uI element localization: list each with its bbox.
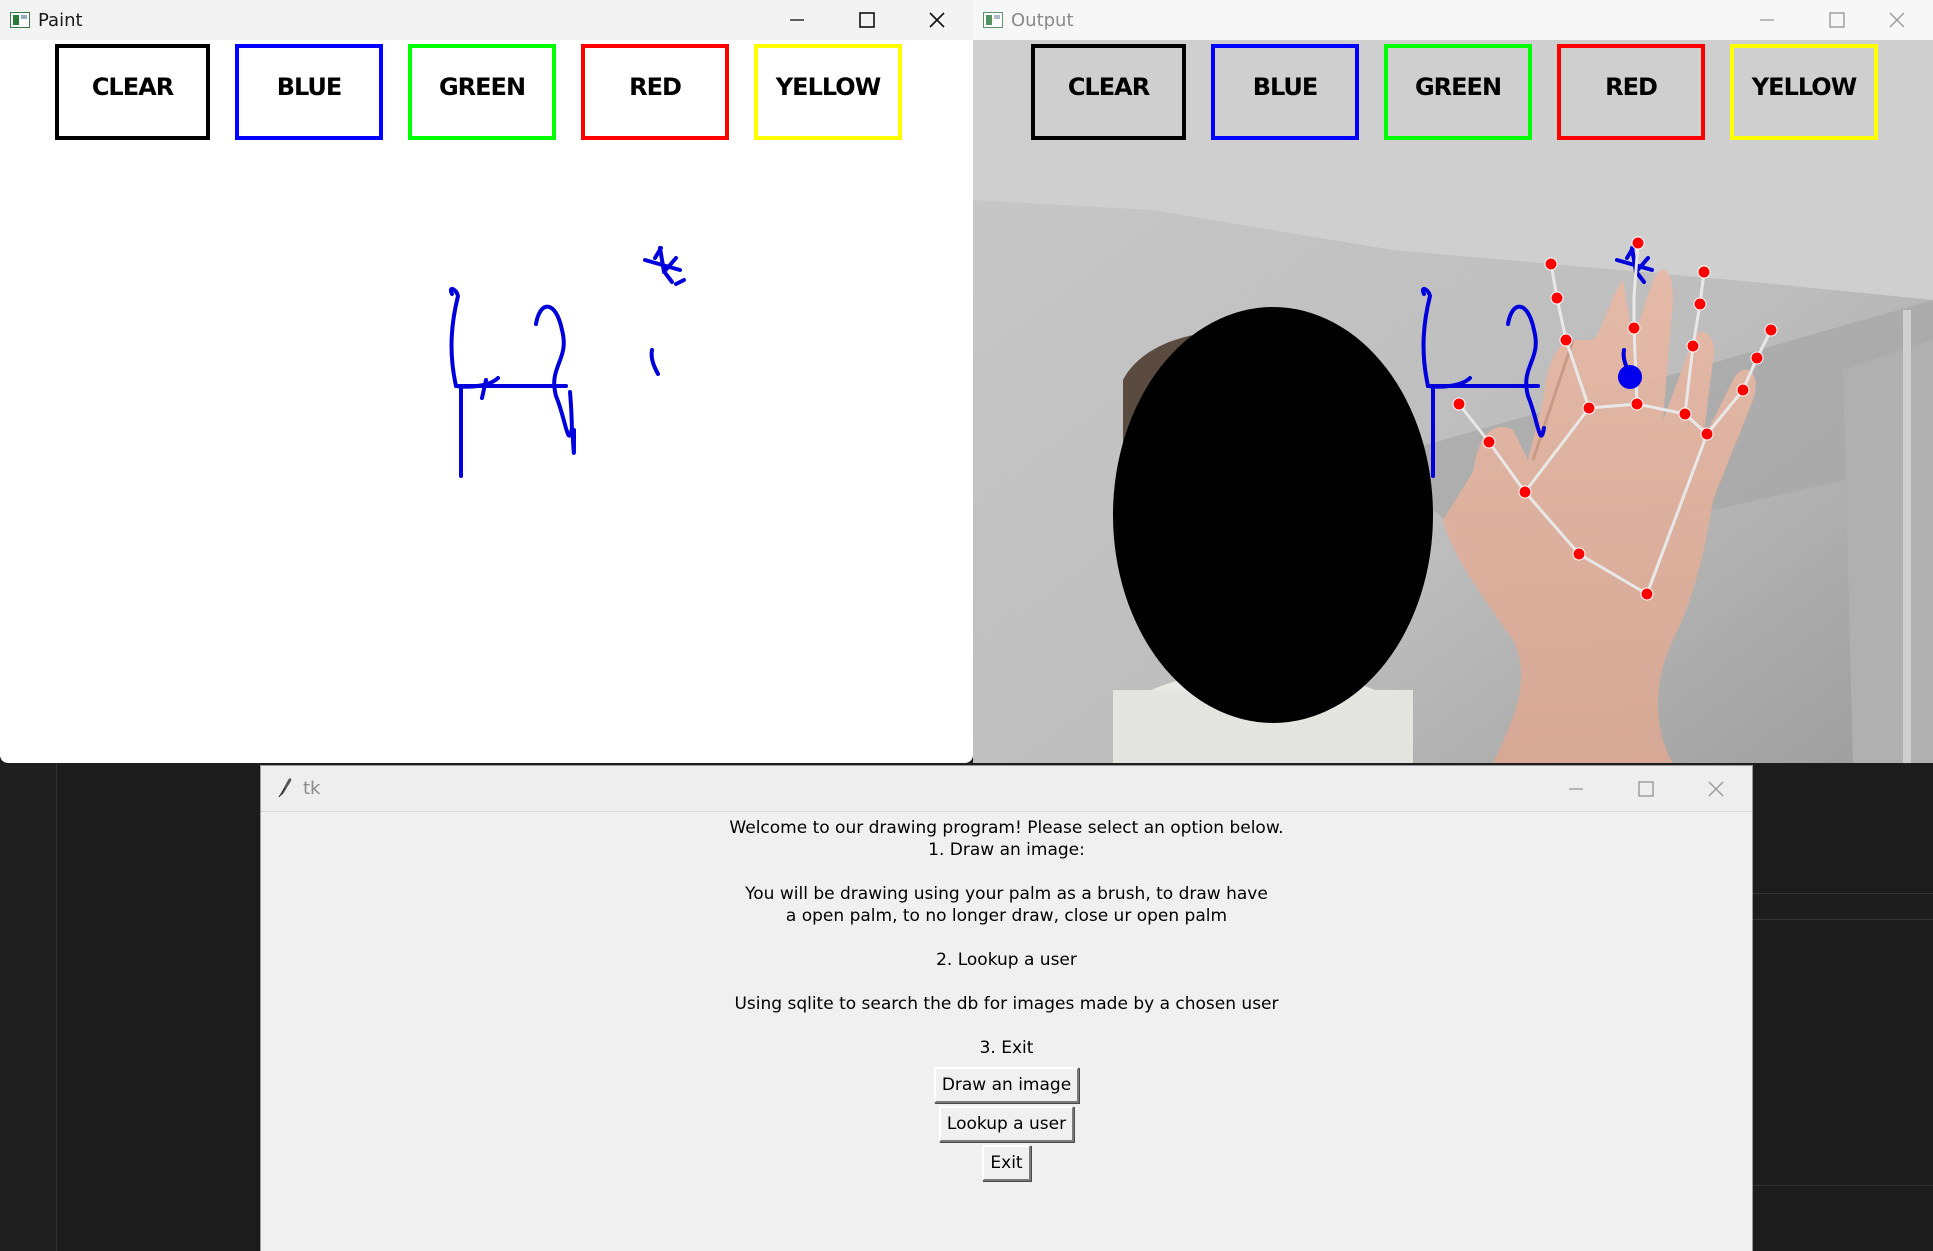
window-title: tk	[303, 778, 321, 799]
background-window-divider	[1752, 893, 1933, 920]
hand-landmarks	[1452, 236, 1778, 601]
red-button[interactable]: RED	[581, 44, 729, 140]
hi-drawing	[1420, 246, 1654, 478]
output-window: Output CLEAR BLUE GREEN RED YELLOW	[973, 0, 1933, 763]
instructions-text: Welcome to our drawing program! Please s…	[261, 817, 1752, 1059]
maximize-icon	[859, 12, 875, 28]
close-button[interactable]	[1681, 766, 1751, 811]
minimize-button[interactable]	[762, 0, 832, 40]
option-lookup-heading: 2. Lookup a user	[936, 950, 1077, 970]
minimize-icon	[1569, 787, 1583, 790]
exit-button[interactable]: Exit	[982, 1145, 1031, 1181]
paint-titlebar[interactable]: Paint	[0, 0, 973, 40]
background-window-divider	[1752, 1185, 1933, 1186]
brush-cursor	[1618, 365, 1642, 389]
lookup-description: Using sqlite to search the db for images…	[734, 994, 1279, 1014]
yellow-button[interactable]: YELLOW	[754, 44, 902, 140]
lookup-user-button[interactable]: Lookup a user	[938, 1106, 1075, 1142]
maximize-icon	[1638, 780, 1654, 797]
green-button[interactable]: GREEN	[408, 44, 556, 140]
green-label: GREEN	[438, 73, 526, 101]
hi-drawing	[448, 246, 686, 478]
close-icon	[1708, 781, 1724, 796]
blue-label: BLUE	[276, 73, 343, 101]
close-button[interactable]	[902, 0, 972, 40]
feather-icon	[277, 776, 293, 802]
clear-label: CLEAR	[91, 73, 174, 101]
app-icon	[10, 12, 30, 28]
close-icon	[929, 12, 945, 28]
yellow-label: YELLOW	[775, 73, 881, 101]
minimize-icon	[790, 19, 804, 21]
tk-window: tk Welcome to our drawing program! Pleas…	[260, 765, 1753, 1251]
draw-image-button[interactable]: Draw an image	[933, 1067, 1080, 1103]
option-draw-heading: 1. Draw an image:	[928, 840, 1085, 860]
button-stack: Draw an image Lookup a user Exit	[261, 1067, 1752, 1181]
hand-skeleton	[1457, 242, 1773, 596]
maximize-button[interactable]	[1611, 766, 1681, 811]
drawing-canvas[interactable]	[0, 160, 973, 760]
clear-button[interactable]: CLEAR	[55, 44, 210, 140]
maximize-button[interactable]	[832, 0, 902, 40]
tk-titlebar[interactable]: tk	[261, 766, 1752, 812]
red-label: RED	[629, 73, 682, 101]
blue-button[interactable]: BLUE	[235, 44, 383, 140]
draw-description-2: a open palm, to no longer draw, close ur…	[785, 906, 1228, 926]
draw-description-1: You will be drawing using your palm as a…	[745, 884, 1268, 904]
window-title: Paint	[38, 9, 83, 31]
option-exit-heading: 3. Exit	[979, 1038, 1034, 1058]
tracking-overlay	[1420, 236, 1778, 601]
welcome-line: Welcome to our drawing program! Please s…	[729, 818, 1284, 838]
paint-window: Paint CLEAR BLUE GREEN RED YELLOW	[0, 0, 973, 763]
minimize-button[interactable]	[1541, 766, 1611, 811]
